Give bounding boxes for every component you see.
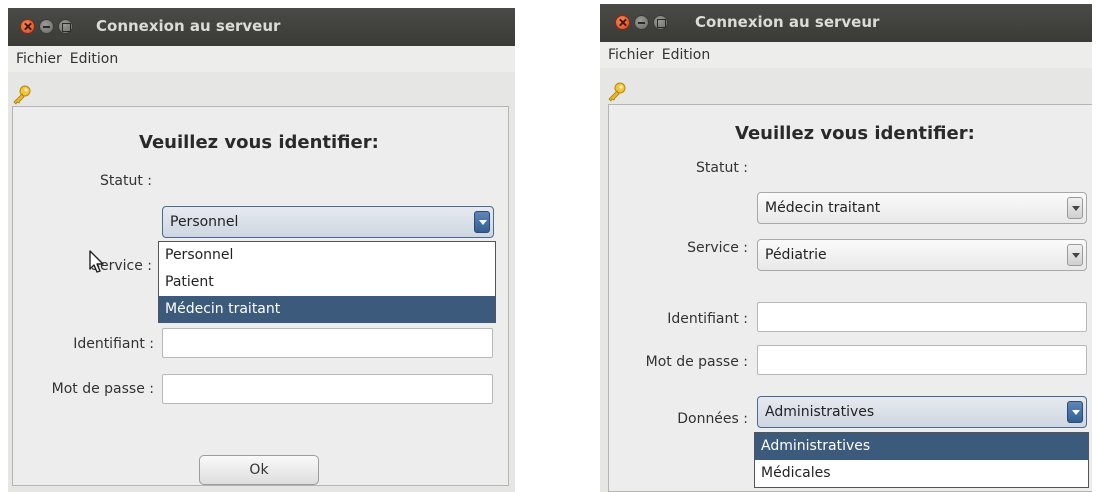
ok-button[interactable]: Ok [199, 455, 319, 485]
menu-edition[interactable]: Edition [70, 51, 118, 67]
login-window-left: Connexion au serveur Fichier Edition Veu… [8, 8, 515, 492]
mouse-cursor-icon [89, 250, 104, 273]
donnees-selected-value: Administratives [765, 404, 875, 420]
statut-select[interactable]: Personnel [162, 206, 494, 238]
motdepasse-label: Mot de passe : [51, 381, 154, 397]
statut-select[interactable]: Médecin traitant [757, 192, 1087, 224]
chevron-down-icon[interactable] [474, 211, 490, 233]
title-bar[interactable]: Connexion au serveur [8, 8, 515, 46]
close-icon[interactable] [20, 19, 35, 34]
minimize-icon[interactable] [39, 19, 54, 34]
maximize-icon[interactable] [58, 19, 73, 34]
password-input[interactable] [757, 345, 1087, 375]
identifiant-input[interactable] [162, 328, 493, 358]
donnees-option-medicales[interactable]: Médicales [755, 460, 1088, 487]
menu-edition[interactable]: Edition [662, 47, 710, 63]
page-title: Veuillez vous identifier: [735, 123, 975, 144]
identifiant-label: Identifiant : [667, 311, 748, 327]
donnees-dropdown-list: Administratives Médicales [754, 432, 1089, 488]
chevron-down-icon[interactable] [1067, 401, 1083, 423]
statut-selected-value: Personnel [170, 214, 239, 230]
donnees-select[interactable]: Administratives [757, 396, 1087, 428]
donnees-option-administratives[interactable]: Administratives [755, 433, 1088, 460]
service-select[interactable]: Pédiatrie [757, 239, 1087, 271]
menu-fichier[interactable]: Fichier [16, 51, 62, 67]
donnees-label: Données : [677, 411, 748, 427]
chevron-down-icon[interactable] [1067, 244, 1083, 266]
statut-option-patient[interactable]: Patient [159, 269, 495, 296]
statut-selected-value: Médecin traitant [765, 200, 881, 216]
close-icon[interactable] [615, 15, 630, 30]
minimize-icon[interactable] [634, 15, 649, 30]
statut-label: Statut : [100, 173, 152, 189]
page-title: Veuillez vous identifier: [139, 132, 379, 153]
login-window-right: Connexion au serveur Fichier Edition Veu… [600, 4, 1092, 492]
statut-option-personnel[interactable]: Personnel [159, 242, 495, 269]
statut-label: Statut : [696, 160, 748, 176]
service-label: Service : [91, 258, 152, 274]
menu-fichier[interactable]: Fichier [608, 47, 654, 63]
service-label: Service : [687, 240, 748, 256]
menu-bar: Fichier Edition [600, 42, 1092, 68]
chevron-down-icon[interactable] [1067, 197, 1083, 219]
identifiant-label: Identifiant : [73, 336, 154, 352]
window-title: Connexion au serveur [96, 17, 281, 35]
identifiant-input[interactable] [757, 302, 1087, 332]
title-bar[interactable]: Connexion au serveur [600, 4, 1092, 42]
maximize-icon[interactable] [653, 15, 668, 30]
menu-bar: Fichier Edition [8, 46, 515, 72]
window-title: Connexion au serveur [695, 13, 880, 31]
motdepasse-label: Mot de passe : [645, 354, 748, 370]
key-icon [13, 85, 31, 105]
password-input[interactable] [162, 374, 493, 404]
statut-dropdown-list: Personnel Patient Médecin traitant [158, 241, 496, 323]
key-icon [608, 82, 626, 102]
service-selected-value: Pédiatrie [765, 247, 827, 263]
statut-option-medecin-traitant[interactable]: Médecin traitant [159, 296, 495, 323]
